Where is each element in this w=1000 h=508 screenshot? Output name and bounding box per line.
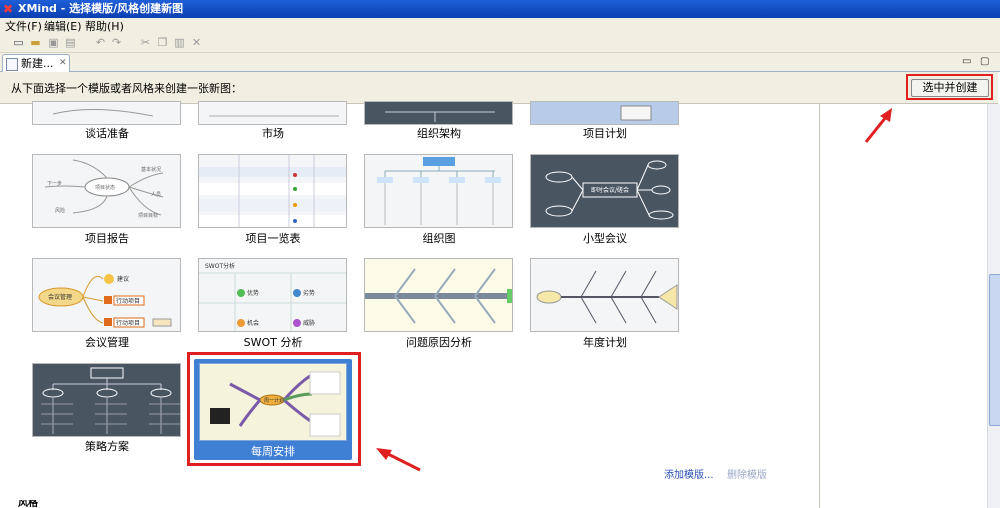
template-name: 会议管理	[85, 336, 129, 349]
template-thumb-cause-analysis[interactable]	[364, 258, 513, 332]
delete-icon[interactable]: ✕	[190, 37, 203, 49]
preview-panel	[819, 104, 988, 508]
thumb-text: 即时会议/磋会	[591, 186, 629, 194]
document-icon	[6, 58, 18, 71]
tab-label: 新建...	[21, 57, 54, 70]
thumb-text: 下一步	[47, 181, 62, 187]
cut-icon[interactable]: ✂	[139, 37, 152, 49]
thumb-text: 项目状态	[95, 184, 115, 191]
template-name: 组织图	[422, 232, 456, 245]
annotation-arrow-to-selected-template	[376, 448, 421, 472]
template-name: SWOT 分析	[243, 336, 303, 349]
template-thumb-strategy[interactable]	[32, 363, 181, 437]
thumb-text: 机会	[247, 319, 259, 327]
template-name: 项目计划	[583, 127, 627, 140]
template-thumb-talk-prep[interactable]	[32, 101, 181, 125]
xmind-app-icon: ✖	[3, 2, 14, 16]
template-thumb-org-structure[interactable]	[364, 101, 513, 125]
scrollbar-thumb[interactable]	[989, 274, 1000, 426]
annotation-arrow-to-create-button	[864, 108, 892, 143]
thumb-text: 劣势	[303, 289, 315, 297]
template-name: 策略方案	[85, 440, 129, 453]
toolbar: ▭ ▬ ▣ ▤ ↶ ↷ ✂ ❐ ▥ ✕	[0, 35, 1000, 53]
save-icon[interactable]: ▣	[47, 37, 60, 49]
template-thumb-org-chart[interactable]	[364, 154, 513, 228]
minimize-icon[interactable]: ▭	[962, 56, 971, 67]
thumb-text: 会议管理	[48, 293, 72, 301]
redo-icon[interactable]: ↷	[110, 37, 123, 49]
template-thumb-project-overview[interactable]	[198, 154, 347, 228]
selected-template-highlight	[187, 352, 361, 466]
editor-tab-row: 新建... ✕ ▭ ▢	[0, 53, 1000, 72]
paste-icon[interactable]: ▥	[173, 37, 186, 49]
thumb-text: 建议	[117, 275, 129, 283]
template-thumb-project-report[interactable]: 项目状态 下一步 基本状况 人员 项目目标 风险	[32, 154, 181, 228]
template-thumb-meeting-management[interactable]: 会议管理 建议 行动项目 行动项目	[32, 258, 181, 332]
maximize-icon[interactable]: ▢	[980, 56, 989, 67]
add-template-link[interactable]: 添加模版...	[664, 466, 714, 481]
thumb-text: 威胁	[303, 319, 315, 327]
template-name: 项目报告	[85, 232, 129, 245]
thumb-text: 项目目标	[138, 212, 158, 219]
template-thumb-small-meeting[interactable]: 即时会议/磋会	[530, 154, 679, 228]
title-bar: ✖ XMind - 选择模版/风格创建新图	[0, 0, 1000, 18]
vertical-scrollbar[interactable]	[987, 104, 1000, 508]
template-name: 谈话准备	[85, 127, 129, 140]
thumb-text: 人员	[151, 192, 161, 198]
template-thumb-project-plan[interactable]	[530, 101, 679, 125]
print-icon[interactable]: ▤	[64, 37, 77, 49]
create-button-highlight	[906, 74, 993, 100]
instruction-bar: 从下面选择一个模版或者风格来创建一张新图：	[0, 72, 998, 104]
window-title: XMind - 选择模版/风格创建新图	[18, 2, 184, 15]
new-file-icon[interactable]: ▭	[12, 37, 25, 49]
thumb-text: 优势	[247, 289, 259, 297]
styles-section-heading: 风格	[18, 500, 38, 508]
thumb-text: 行动项目	[116, 319, 140, 327]
template-name: 项目一览表	[245, 232, 301, 245]
delete-template-link[interactable]: 删除模版	[727, 466, 767, 481]
copy-icon[interactable]: ❐	[156, 37, 169, 49]
template-name: 市场	[262, 127, 284, 140]
template-name: 年度计划	[583, 336, 627, 349]
menu-file[interactable]: 文件(F)	[5, 18, 42, 35]
thumb-text: 风险	[55, 207, 65, 214]
template-thumb-market[interactable]	[198, 101, 347, 125]
template-thumb-annual-plan[interactable]	[530, 258, 679, 332]
menu-bar: 文件(F) 编辑(E) 帮助(H)	[0, 18, 1000, 35]
open-folder-icon[interactable]: ▬	[29, 37, 42, 49]
template-name: 小型会议	[583, 232, 627, 245]
thumb-text: 行动项目	[116, 297, 140, 305]
menu-edit[interactable]: 编辑(E)	[44, 18, 82, 35]
template-thumb-swot[interactable]: SWOT分析 优势 劣势 机会 威胁	[198, 258, 347, 332]
instruction-text: 从下面选择一个模版或者风格来创建一张新图：	[11, 82, 242, 95]
template-name: 组织架构	[417, 127, 461, 140]
close-tab-icon[interactable]: ✕	[59, 55, 67, 72]
menu-help[interactable]: 帮助(H)	[85, 18, 124, 35]
thumb-text: 基本状况	[141, 166, 161, 173]
template-name: 问题原因分析	[406, 336, 472, 349]
undo-icon[interactable]: ↶	[94, 37, 107, 49]
tab-new[interactable]: 新建... ✕	[2, 54, 70, 72]
thumb-text: SWOT分析	[205, 262, 235, 270]
